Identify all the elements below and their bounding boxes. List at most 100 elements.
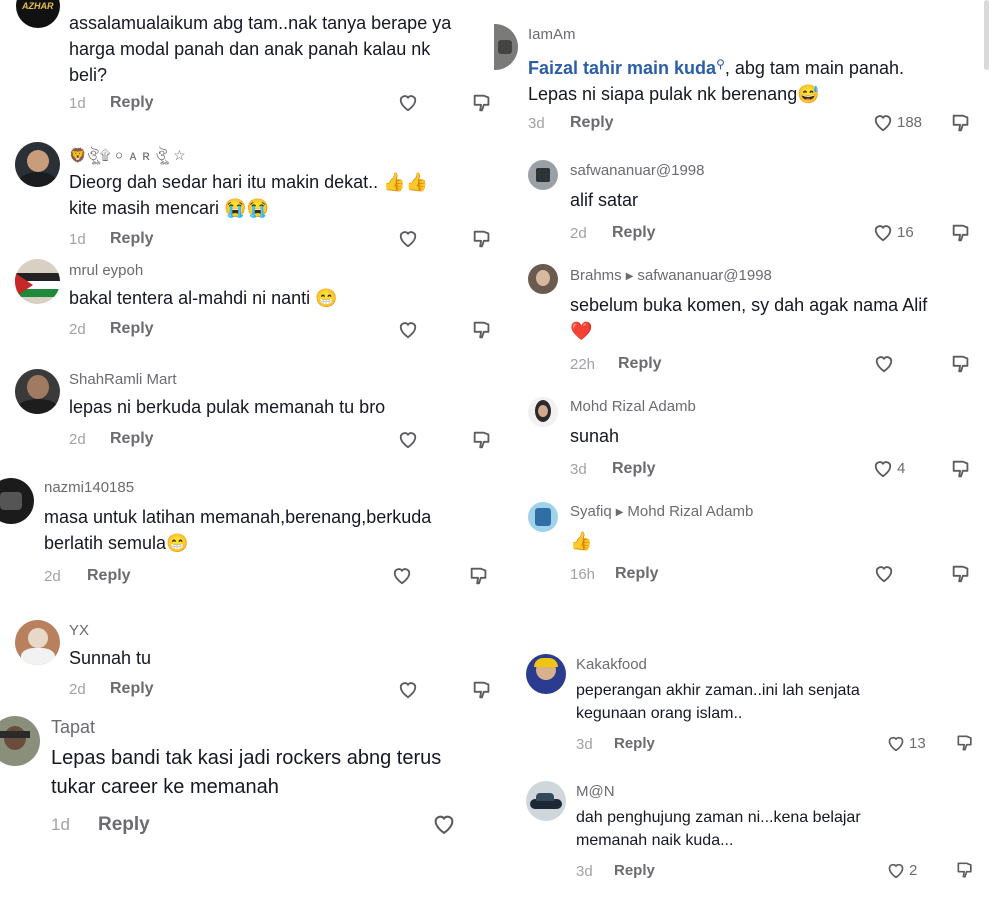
reply-button[interactable]: Reply: [110, 230, 154, 248]
comment-line-rest: , abg tam main panah.: [724, 58, 904, 78]
avatar-body: [17, 399, 59, 414]
like-button[interactable]: [873, 353, 895, 373]
reply-button[interactable]: Reply: [98, 814, 150, 836]
like-button[interactable]: 4: [872, 458, 905, 478]
avatar[interactable]: [528, 502, 558, 532]
like-button[interactable]: [397, 319, 419, 339]
mention-link[interactable]: Faizal tahir main kuda: [528, 58, 716, 78]
avatar[interactable]: [15, 259, 60, 304]
comment-username[interactable]: safwananuar@1998: [570, 162, 705, 179]
like-button[interactable]: [397, 429, 419, 449]
comment-username[interactable]: M@N: [576, 783, 615, 800]
comment-line: tukar career ke memanah: [51, 776, 279, 798]
reply-button[interactable]: Reply: [618, 355, 662, 373]
avatar-face: [536, 270, 550, 286]
avatar[interactable]: [0, 478, 34, 524]
comment-text: Dieorg dah sedar hari itu makin dekat.. …: [69, 169, 428, 221]
like-button[interactable]: [873, 563, 895, 583]
like-button[interactable]: 2: [886, 861, 917, 879]
comment-text: masa untuk latihan memanah,berenang,berk…: [44, 504, 431, 556]
reply-button[interactable]: Reply: [110, 430, 154, 448]
comment-username[interactable]: YX: [69, 622, 89, 639]
dislike-button[interactable]: [950, 222, 972, 244]
comment-username[interactable]: nazmi140185: [44, 479, 134, 496]
comment-text: Faizal tahir main kuda⚲, abg tam main pa…: [528, 51, 904, 107]
like-button[interactable]: [391, 565, 413, 585]
like-button[interactable]: [397, 228, 419, 248]
like-button[interactable]: [431, 812, 457, 835]
reply-button[interactable]: Reply: [110, 680, 154, 698]
dislike-button[interactable]: [950, 353, 972, 375]
dislike-button[interactable]: [471, 679, 493, 701]
reply-button[interactable]: Reply: [570, 114, 614, 132]
reply-to-username[interactable]: Mohd Rizal Adamb: [627, 503, 753, 520]
comment-date: 2d: [69, 681, 86, 698]
reply-button[interactable]: Reply: [612, 224, 656, 242]
reply-button[interactable]: Reply: [614, 735, 655, 752]
comment-line: alif satar: [570, 190, 639, 210]
comment-username[interactable]: Mohd Rizal Adamb: [570, 398, 696, 415]
comment-text: dah penghujung zaman ni...kena belajar m…: [576, 806, 861, 852]
dislike-button[interactable]: [950, 112, 972, 134]
comment-text: Sunnah tu: [69, 645, 151, 671]
dislike-button[interactable]: [950, 458, 972, 480]
avatar[interactable]: [15, 369, 60, 414]
dislike-button[interactable]: [955, 733, 975, 753]
avatar[interactable]: AZHAR: [16, 0, 60, 28]
username-label[interactable]: Brahms: [570, 267, 622, 284]
comment-username[interactable]: mrul eypoh: [69, 262, 143, 279]
avatar-car-top: [536, 793, 554, 801]
dislike-button[interactable]: [471, 319, 493, 341]
comment-line: Lepas ni siapa pulak nk berenang😅: [528, 84, 820, 104]
reply-button[interactable]: Reply: [87, 567, 131, 585]
avatar[interactable]: [0, 716, 40, 766]
dislike-button[interactable]: [471, 429, 493, 451]
avatar[interactable]: [526, 781, 566, 821]
scrollbar[interactable]: [984, 0, 989, 70]
like-button[interactable]: 188: [872, 112, 922, 132]
dislike-button[interactable]: [471, 228, 493, 250]
reply-button[interactable]: Reply: [612, 460, 656, 478]
avatar[interactable]: [528, 397, 558, 427]
comment-username[interactable]: IamAm: [528, 26, 576, 43]
comment-date: 2d: [69, 321, 86, 338]
username-label[interactable]: Syafiq: [570, 503, 612, 520]
comment-line: harga modal panah dan anak panah kalau n…: [69, 39, 431, 59]
reply-button[interactable]: Reply: [614, 862, 655, 879]
comment-username[interactable]: Syafiq ▶ Mohd Rizal Adamb: [570, 503, 753, 520]
like-count: 4: [897, 459, 906, 477]
dislike-button[interactable]: [950, 563, 972, 585]
avatar[interactable]: [526, 654, 566, 694]
thumbs-down-icon: [952, 224, 969, 242]
comment-username[interactable]: Tapat: [51, 717, 95, 738]
search-icon[interactable]: ⚲: [716, 57, 725, 71]
like-button[interactable]: [397, 92, 419, 112]
reply-button[interactable]: Reply: [110, 320, 154, 338]
avatar[interactable]: [494, 24, 518, 70]
avatar[interactable]: [15, 620, 60, 665]
like-button[interactable]: 16: [872, 222, 914, 242]
reply-button[interactable]: Reply: [110, 94, 154, 112]
avatar[interactable]: [528, 160, 558, 190]
comment-username[interactable]: ShahRamli Mart: [69, 371, 177, 388]
thumbs-down-icon: [473, 431, 490, 449]
comment-text: assalamualaikum abg tam..nak tanya berap…: [69, 10, 451, 88]
like-count: 16: [897, 223, 914, 241]
comment-line: Faizal tahir main kuda⚲, abg tam main pa…: [528, 51, 904, 81]
thumbs-down-icon: [957, 735, 972, 751]
dislike-button[interactable]: [471, 92, 493, 114]
like-button[interactable]: 13: [886, 734, 926, 752]
avatar[interactable]: [528, 264, 558, 294]
comment-username[interactable]: 🦁ঔৣ۩ ০ ᴀ ʀ ঔৣ ☆: [69, 144, 187, 168]
comment-username[interactable]: Kakakfood: [576, 656, 647, 673]
like-button[interactable]: [397, 679, 419, 699]
avatar-face: [28, 628, 48, 648]
thumbs-down-icon: [952, 114, 969, 132]
comment-username[interactable]: Brahms ▶ safwananuar@1998: [570, 267, 772, 284]
avatar[interactable]: [15, 142, 60, 187]
dislike-button[interactable]: [955, 860, 975, 880]
comment-line: sunah: [570, 426, 620, 446]
dislike-button[interactable]: [468, 565, 490, 587]
reply-to-username[interactable]: safwananuar@1998: [637, 267, 772, 284]
reply-button[interactable]: Reply: [615, 565, 659, 583]
